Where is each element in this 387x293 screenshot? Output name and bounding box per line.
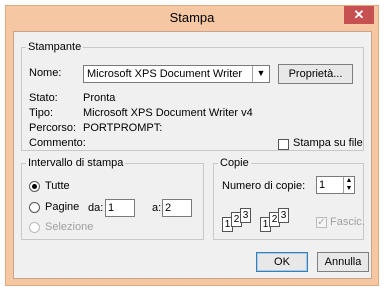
printer-name-select[interactable]: Microsoft XPS Document Writer ▼ bbox=[83, 65, 270, 83]
collate-label[interactable]: Fascic. bbox=[330, 216, 365, 228]
range-selection-label[interactable]: Selezione bbox=[45, 221, 93, 233]
range-from-label: da: bbox=[88, 202, 104, 214]
print-dialog: Stampa ✕ Stampante Nome: Microsoft XPS D… bbox=[5, 5, 379, 286]
collate-pages-icon: 1 2 3 1 2 3 bbox=[222, 208, 292, 234]
range-all-radio[interactable] bbox=[29, 181, 40, 192]
properties-button[interactable]: Proprietà... bbox=[278, 64, 353, 84]
dialog-body: Stampante Nome: Microsoft XPS Document W… bbox=[13, 31, 372, 279]
print-to-file-label[interactable]: Stampa su file bbox=[293, 137, 363, 149]
type-value: Microsoft XPS Document Writer v4 bbox=[83, 107, 253, 119]
type-label: Tipo: bbox=[29, 107, 54, 119]
range-pages-label[interactable]: Pagine bbox=[45, 201, 79, 213]
print-range-legend: Intervallo di stampa bbox=[26, 157, 126, 169]
printer-name-value: Microsoft XPS Document Writer bbox=[87, 68, 243, 80]
cancel-button[interactable]: Annulla bbox=[317, 252, 369, 272]
printer-group: Stampante Nome: Microsoft XPS Document W… bbox=[21, 41, 364, 151]
print-range-group: Intervallo di stampa Tutte Pagine da: 1 … bbox=[21, 157, 204, 240]
copies-count-value: 1 bbox=[319, 179, 326, 191]
collate-checkbox[interactable]: ✓ bbox=[316, 217, 327, 228]
copies-count-input[interactable]: 1 ▲ ▼ bbox=[316, 176, 355, 194]
range-to-label: a: bbox=[152, 202, 162, 214]
copies-legend: Copie bbox=[218, 157, 251, 169]
range-selection-radio[interactable] bbox=[29, 222, 40, 233]
dialog-title: Stampa bbox=[169, 10, 215, 25]
printer-group-legend: Stampante bbox=[26, 41, 84, 53]
printer-name-label: Nome: bbox=[29, 67, 62, 79]
status-value: Pronta bbox=[83, 92, 116, 104]
comment-label: Commento: bbox=[29, 137, 86, 149]
copies-count-label: Numero di copie: bbox=[222, 180, 306, 192]
path-value: PORTPROMPT: bbox=[83, 122, 163, 134]
copies-spinner-icon[interactable]: ▲ ▼ bbox=[343, 177, 354, 193]
range-pages-radio[interactable] bbox=[29, 202, 40, 213]
copies-group: Copie Numero di copie: 1 ▲ ▼ 1 2 3 1 2 3 … bbox=[213, 157, 365, 240]
close-icon[interactable]: ✕ bbox=[344, 6, 374, 24]
chevron-down-icon[interactable]: ▼ bbox=[252, 66, 269, 82]
range-all-label[interactable]: Tutte bbox=[45, 180, 70, 192]
status-label: Stato: bbox=[29, 92, 58, 104]
title-bar[interactable]: Stampa ✕ bbox=[6, 6, 378, 30]
ok-button[interactable]: OK bbox=[256, 252, 308, 272]
path-label: Percorso: bbox=[29, 122, 77, 134]
range-to-input[interactable]: 2 bbox=[162, 199, 192, 217]
print-to-file-checkbox[interactable] bbox=[278, 139, 289, 150]
range-from-input[interactable]: 1 bbox=[105, 199, 135, 217]
